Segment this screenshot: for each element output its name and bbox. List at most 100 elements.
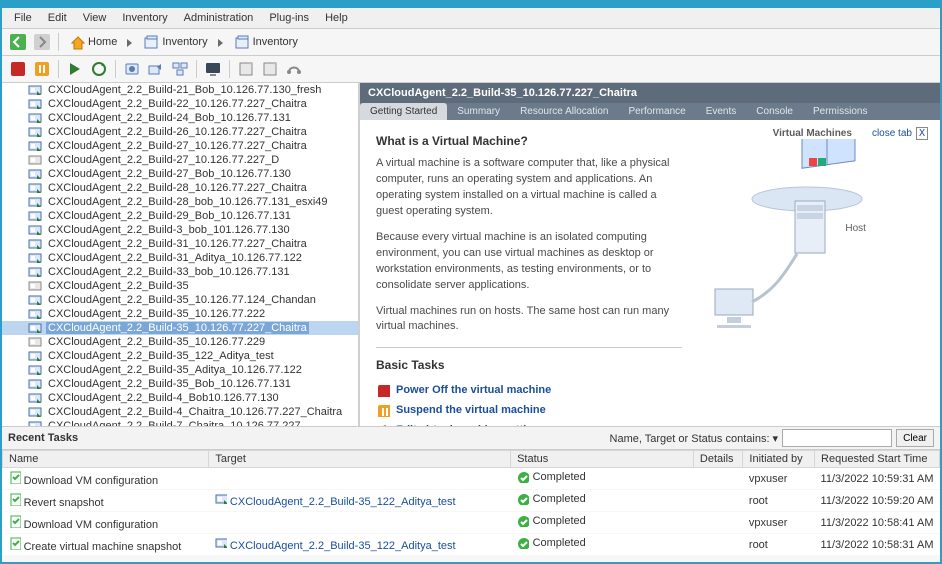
task-power-off[interactable]: Power Off the virtual machine	[376, 380, 682, 400]
snapshot-button[interactable]	[122, 59, 142, 79]
task-row[interactable]: Download VM configurationCompletedvpxuse…	[3, 468, 940, 490]
task-requested-time: 11/3/2022 10:58:41 AM	[815, 512, 940, 534]
connect-network-button[interactable]	[284, 59, 304, 79]
close-tab-link[interactable]: close tabX	[872, 128, 928, 139]
power-on-button[interactable]	[65, 59, 85, 79]
col-details[interactable]: Details	[693, 451, 743, 468]
task-details	[693, 512, 743, 534]
tree-item[interactable]: CXCloudAgent_2.2_Build-31_10.126.77.227_…	[2, 237, 358, 251]
revert-snapshot-button[interactable]	[146, 59, 166, 79]
breadcrumb-inventory[interactable]: Inventory	[139, 34, 211, 50]
tab-resource-allocation[interactable]: Resource Allocation	[510, 103, 618, 120]
task-initiated-by: vpxuser	[743, 512, 815, 534]
tree-item[interactable]: CXCloudAgent_2.2_Build-3_bob_101.126.77.…	[2, 223, 358, 237]
tree-item[interactable]: CXCloudAgent_2.2_Build-35	[2, 279, 358, 293]
menu-view[interactable]: View	[77, 10, 113, 26]
task-suspend-link[interactable]: Suspend the virtual machine	[396, 404, 546, 416]
tab-console[interactable]: Console	[746, 103, 803, 120]
tree-item-label: CXCloudAgent_2.2_Build-27_10.126.77.227_…	[46, 154, 281, 166]
disk-button[interactable]	[236, 59, 256, 79]
tree-item[interactable]: CXCloudAgent_2.2_Build-26_10.126.77.227_…	[2, 125, 358, 139]
task-power-off-link[interactable]: Power Off the virtual machine	[396, 384, 551, 396]
open-console-button[interactable]	[203, 59, 223, 79]
clear-filter-button[interactable]: Clear	[896, 429, 934, 447]
snapshot-manager-button[interactable]	[170, 59, 190, 79]
task-row[interactable]: Revert snapshot CXCloudAgent_2.2_Build-3…	[3, 490, 940, 512]
menu-help[interactable]: Help	[319, 10, 354, 26]
col-requested[interactable]: Requested Start Time	[815, 451, 940, 468]
tree-item[interactable]: CXCloudAgent_2.2_Build-27_10.126.77.227_…	[2, 153, 358, 167]
tree-item[interactable]: CXCloudAgent_2.2_Build-21_Bob_10.126.77.…	[2, 83, 358, 97]
task-target-link[interactable]: CXCloudAgent_2.2_Build-35_122_Aditya_tes…	[230, 540, 456, 552]
task-row[interactable]: Download VM configurationCompletedvpxuse…	[3, 512, 940, 534]
tab-getting-started[interactable]: Getting Started	[360, 103, 447, 120]
tree-item[interactable]: CXCloudAgent_2.2_Build-35_10.126.77.222	[2, 307, 358, 321]
recent-tasks-title: Recent Tasks	[8, 432, 78, 444]
separator	[58, 33, 59, 51]
tab-permissions[interactable]: Permissions	[803, 103, 877, 120]
task-status: Completed	[533, 537, 586, 549]
suspend-button[interactable]	[32, 59, 52, 79]
col-status[interactable]: Status	[511, 451, 694, 468]
tree-item[interactable]: CXCloudAgent_2.2_Build-35_10.126.77.227_…	[2, 321, 358, 335]
filter-input[interactable]	[782, 429, 892, 447]
task-edit-link[interactable]: Edit virtual machine settings	[396, 424, 546, 426]
tree-item[interactable]: CXCloudAgent_2.2_Build-35_Aditya_10.126.…	[2, 363, 358, 377]
tree-item[interactable]: CXCloudAgent_2.2_Build-35_122_Aditya_tes…	[2, 349, 358, 363]
back-button[interactable]	[8, 32, 28, 52]
tree-item-label: CXCloudAgent_2.2_Build-35	[46, 280, 191, 292]
tree-item[interactable]: CXCloudAgent_2.2_Build-4_Bob10.126.77.13…	[2, 391, 358, 405]
app-window: FileEditViewInventoryAdministrationPlug-…	[0, 0, 942, 564]
col-initiated[interactable]: Initiated by	[743, 451, 815, 468]
tree-item[interactable]: CXCloudAgent_2.2_Build-7_Chaitra_10.126.…	[2, 419, 358, 426]
filter-label: Name, Target or Status contains: ▾	[610, 432, 779, 445]
col-target[interactable]: Target	[209, 451, 511, 468]
tree-item[interactable]: CXCloudAgent_2.2_Build-29_Bob_10.126.77.…	[2, 209, 358, 223]
menu-edit[interactable]: Edit	[42, 10, 73, 26]
tree-item[interactable]: CXCloudAgent_2.2_Build-35_Bob_10.126.77.…	[2, 377, 358, 391]
forward-button[interactable]	[32, 32, 52, 52]
tree-item[interactable]: CXCloudAgent_2.2_Build-28_10.126.77.227_…	[2, 181, 358, 195]
main-area: CXCloudAgent_2.2_Build-21_Bob_10.126.77.…	[2, 83, 940, 427]
tree-item-label: CXCloudAgent_2.2_Build-35_Bob_10.126.77.…	[46, 378, 293, 390]
menu-file[interactable]: File	[8, 10, 38, 26]
task-name: Download VM configuration	[24, 519, 159, 531]
inventory-tree[interactable]: CXCloudAgent_2.2_Build-21_Bob_10.126.77.…	[2, 83, 360, 426]
tree-item[interactable]: CXCloudAgent_2.2_Build-28_bob_10.126.77.…	[2, 195, 358, 209]
vm-icon	[28, 350, 42, 362]
tree-item[interactable]: CXCloudAgent_2.2_Build-35_10.126.77.124_…	[2, 293, 358, 307]
tab-events[interactable]: Events	[696, 103, 747, 120]
task-suspend[interactable]: Suspend the virtual machine	[376, 400, 682, 420]
tree-item-label: CXCloudAgent_2.2_Build-26_10.126.77.227_…	[46, 126, 309, 138]
power-off-button[interactable]	[8, 59, 28, 79]
reset-button[interactable]	[89, 59, 109, 79]
recent-filter: Name, Target or Status contains: ▾ Clear	[610, 429, 934, 447]
breadcrumb-inventory-2[interactable]: Inventory	[230, 34, 302, 50]
vm-icon	[28, 406, 42, 418]
task-requested-time: 11/3/2022 10:59:31 AM	[815, 468, 940, 490]
task-details	[693, 468, 743, 490]
tree-item[interactable]: CXCloudAgent_2.2_Build-33_bob_10.126.77.…	[2, 265, 358, 279]
tree-item[interactable]: CXCloudAgent_2.2_Build-4_Chaitra_10.126.…	[2, 405, 358, 419]
task-edit-settings[interactable]: Edit virtual machine settings	[376, 420, 682, 426]
task-target-link[interactable]: CXCloudAgent_2.2_Build-35_122_Aditya_tes…	[230, 496, 456, 508]
vm-icon	[28, 112, 42, 124]
menu-inventory[interactable]: Inventory	[116, 10, 173, 26]
tree-item[interactable]: CXCloudAgent_2.2_Build-27_10.126.77.227_…	[2, 139, 358, 153]
connect-cd-button[interactable]	[260, 59, 280, 79]
breadcrumb-home[interactable]: Home	[65, 34, 121, 50]
tree-item[interactable]: CXCloudAgent_2.2_Build-31_Aditya_10.126.…	[2, 251, 358, 265]
tree-item[interactable]: CXCloudAgent_2.2_Build-27_Bob_10.126.77.…	[2, 167, 358, 181]
col-name[interactable]: Name	[3, 451, 209, 468]
tree-item[interactable]: CXCloudAgent_2.2_Build-35_10.126.77.229	[2, 335, 358, 349]
menu-administration[interactable]: Administration	[178, 10, 260, 26]
task-requested-time: 11/3/2022 10:58:31 AM	[815, 534, 940, 556]
tab-performance[interactable]: Performance	[618, 103, 695, 120]
tab-summary[interactable]: Summary	[447, 103, 510, 120]
menu-plugins[interactable]: Plug-ins	[263, 10, 315, 26]
tree-item[interactable]: CXCloudAgent_2.2_Build-24_Bob_10.126.77.…	[2, 111, 358, 125]
tree-item[interactable]: CXCloudAgent_2.2_Build-22_10.126.77.227_…	[2, 97, 358, 111]
basic-tasks-heading: Basic Tasks	[376, 358, 682, 372]
task-row[interactable]: Create virtual machine snapshot CXCloudA…	[3, 534, 940, 556]
task-initiated-by: root	[743, 490, 815, 512]
